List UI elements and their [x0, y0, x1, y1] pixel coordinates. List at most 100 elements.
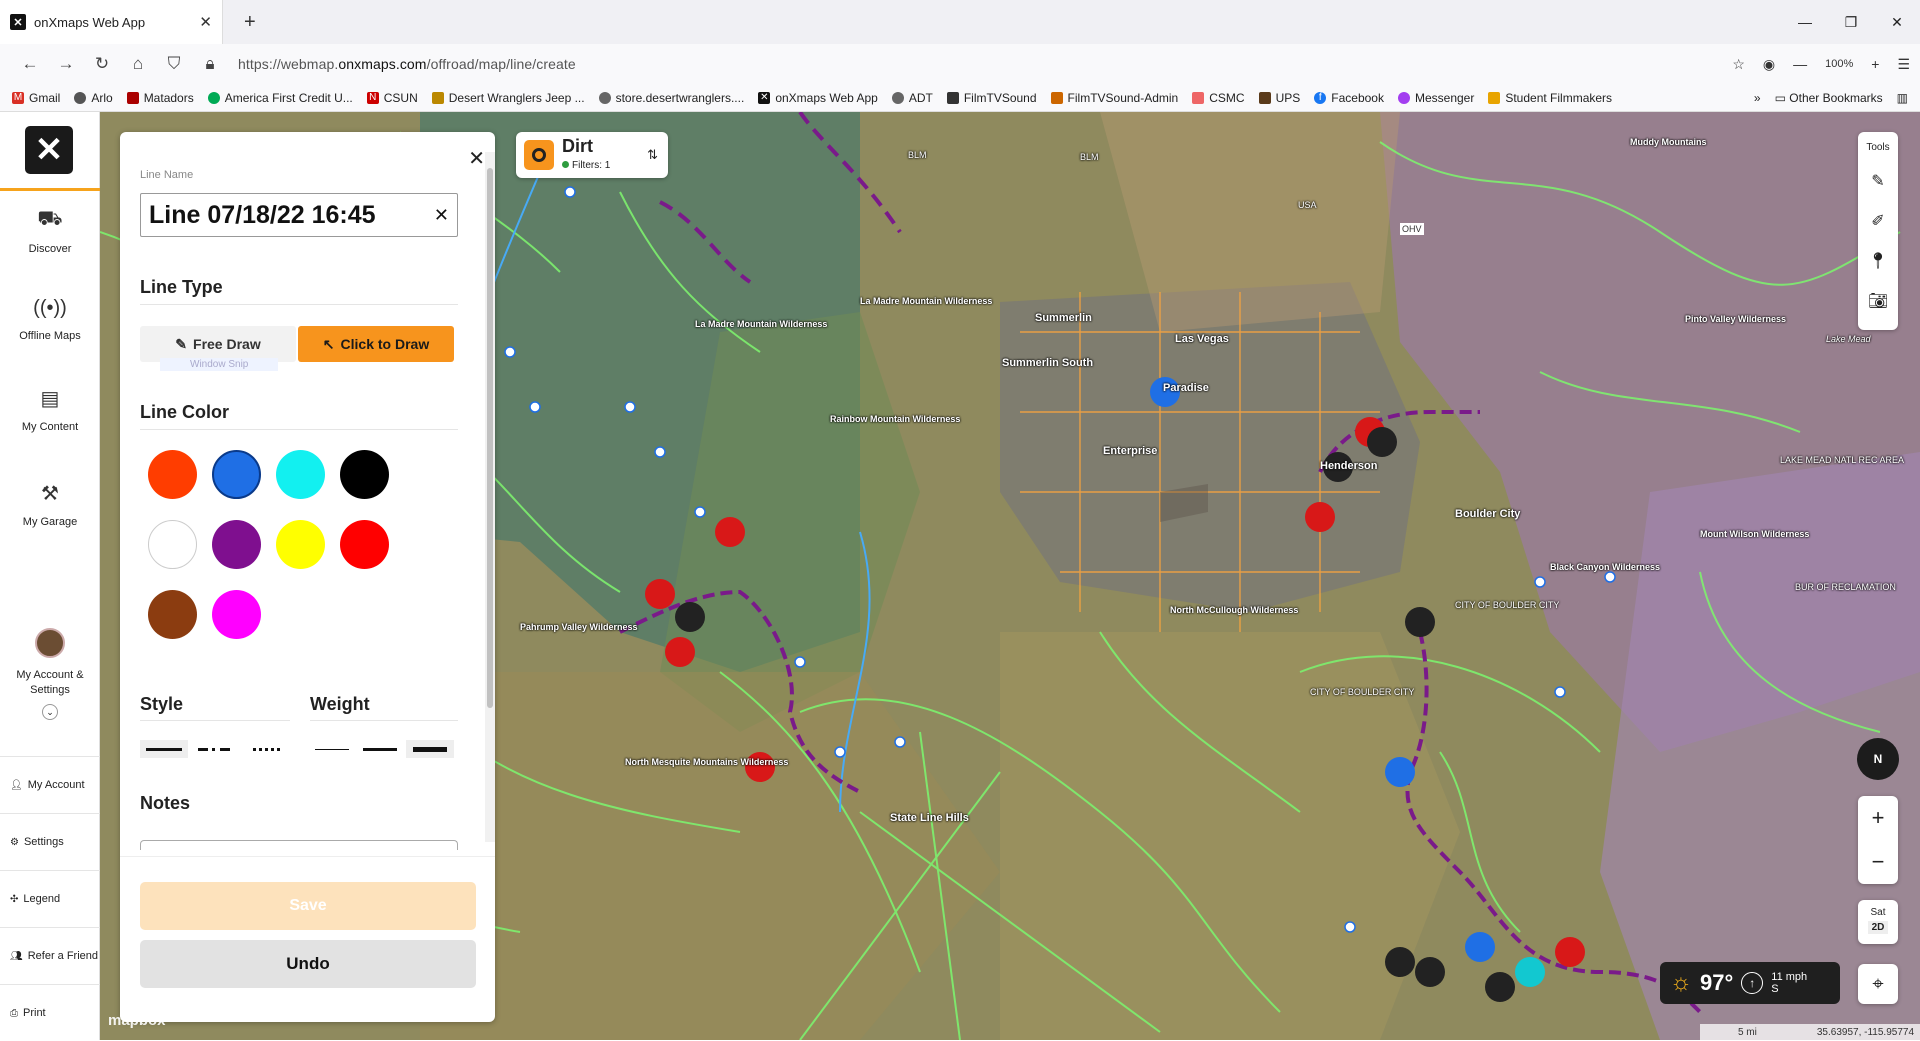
bookmark-item[interactable]: FilmTVSound — [946, 91, 1037, 105]
zoom-in-icon[interactable]: + — [1871, 56, 1879, 72]
zoom-in-button[interactable]: + — [1858, 796, 1898, 840]
click-to-draw-button[interactable]: ↖ Click to Draw — [298, 326, 454, 362]
broadcast-icon: ((•)) — [33, 297, 67, 319]
basemap-toggle[interactable]: Sat 2D — [1858, 900, 1898, 944]
restore-icon[interactable]: ❐ — [1828, 0, 1874, 44]
bookmark-item[interactable]: UPS — [1258, 91, 1300, 105]
locate-icon[interactable]: ⌖ — [1858, 964, 1898, 1004]
color-swatch-yellow[interactable] — [276, 520, 325, 569]
mapbox-logo[interactable]: mapbox — [108, 1012, 166, 1029]
user-icon: 👤︎ — [10, 779, 23, 791]
bookmark-item[interactable]: Arlo — [74, 91, 113, 105]
link-legend[interactable]: ✣ Legend — [0, 870, 100, 927]
notes-textarea[interactable] — [140, 840, 458, 850]
back-icon[interactable]: ← — [12, 54, 48, 74]
close-icon[interactable]: ✕ — [468, 146, 485, 171]
free-draw-button[interactable]: ✎ Free Draw — [140, 326, 296, 362]
bookmark-item[interactable]: ADT — [891, 91, 933, 105]
link-print[interactable]: ⎙ Print — [0, 984, 100, 1041]
bookmark-item[interactable]: FilmTVSound-Admin — [1050, 91, 1178, 105]
bookmark-item[interactable]: Student Filmmakers — [1488, 91, 1612, 105]
window-snip-tooltip: Window Snip — [160, 358, 279, 371]
zoom-out-icon[interactable]: — — [1793, 56, 1807, 72]
browser-tab[interactable]: ✕ onXmaps Web App ✕ — [0, 0, 222, 44]
weight-thin[interactable] — [310, 740, 354, 758]
url-bar[interactable]: https://webmap.onxmaps.com/offroad/map/l… — [238, 56, 576, 72]
new-tab-icon[interactable]: + — [244, 11, 256, 34]
save-button[interactable]: Save — [140, 882, 476, 930]
waypoint-icon[interactable]: 📍︎ — [1858, 242, 1898, 282]
undo-button[interactable]: Undo — [140, 940, 476, 988]
link-my-account[interactable]: 👤︎ My Account — [0, 756, 100, 813]
bookmark-item[interactable]: Desert Wranglers Jeep ... — [431, 91, 585, 105]
minimize-icon[interactable]: — — [1782, 0, 1828, 44]
close-window-icon[interactable]: ✕ — [1874, 0, 1920, 44]
map-label: BLM — [908, 150, 927, 160]
adjust-icon[interactable]: ⇅ — [647, 147, 658, 163]
link-settings[interactable]: ⚙ Settings — [0, 813, 100, 870]
style-dotted[interactable] — [244, 740, 292, 758]
bookmark-item[interactable]: CSMC — [1192, 91, 1245, 105]
extension-icon[interactable]: ◉ — [1763, 56, 1775, 73]
other-bookmarks[interactable]: ▭ Other Bookmarks — [1775, 91, 1883, 105]
sidebar-icon[interactable]: ▥ — [1897, 91, 1908, 105]
link-refer-friend[interactable]: 👥︎ Refer a Friend — [0, 927, 100, 984]
bookmark-star-icon[interactable]: ☆ — [1732, 56, 1745, 73]
legend-icon: ✣ — [10, 893, 19, 905]
line-name-input[interactable]: Line 07/18/22 16:45 ✕ — [140, 193, 458, 237]
zoom-level[interactable]: 100% — [1825, 58, 1853, 70]
map-label: Rainbow Mountain Wilderness — [830, 414, 961, 424]
onx-logo[interactable]: ✕ — [25, 126, 73, 174]
zoom-out-button[interactable]: − — [1858, 840, 1898, 884]
menu-icon[interactable]: ☰ — [1897, 56, 1910, 73]
color-swatch-brown[interactable] — [148, 590, 197, 639]
map-label: Boulder City — [1455, 508, 1521, 520]
bookmark-item[interactable]: f Facebook — [1314, 91, 1384, 105]
color-swatch-white[interactable] — [148, 520, 197, 569]
nav-my-garage[interactable]: ⚒ My Garage — [0, 481, 100, 528]
bookmark-item[interactable]: Matadors — [126, 91, 194, 105]
color-swatch-red[interactable] — [340, 520, 389, 569]
compass-icon[interactable]: N — [1857, 738, 1899, 780]
bookmark-item[interactable]: ✕ onXmaps Web App — [758, 91, 878, 105]
reload-icon[interactable]: ↻ — [84, 54, 120, 74]
bookmark-item[interactable]: store.desertwranglers.... — [598, 91, 744, 105]
draw-shape-icon[interactable]: ✐ — [1858, 202, 1898, 242]
color-swatch-cyan[interactable] — [276, 450, 325, 499]
style-dashed[interactable] — [192, 740, 240, 758]
draw-line-icon[interactable]: ✎ — [1858, 162, 1898, 202]
camera-icon[interactable]: 📷︎ — [1858, 282, 1898, 322]
bookmark-item[interactable]: M Gmail — [12, 91, 60, 105]
clear-input-icon[interactable]: ✕ — [434, 205, 449, 226]
map-label: BUR OF RECLAMATION — [1795, 582, 1896, 592]
forward-icon[interactable]: → — [48, 54, 84, 74]
nav-account-settings[interactable]: My Account & Settings ⌄ — [0, 628, 100, 720]
notes-heading: Notes — [140, 793, 191, 813]
color-swatch-magenta[interactable] — [212, 590, 261, 639]
jeep-icon: ⛟ — [37, 208, 63, 230]
shield-icon[interactable]: ⛉ — [156, 54, 192, 74]
nav-offline-maps[interactable]: ((•)) Offline Maps — [0, 297, 100, 342]
home-icon[interactable]: ⌂ — [120, 54, 156, 74]
line-create-panel: ✕ Line Name Line 07/18/22 16:45 ✕ Line T… — [120, 132, 495, 1022]
weight-thick[interactable] — [406, 740, 454, 758]
close-tab-icon[interactable]: ✕ — [199, 13, 212, 31]
lock-icon: 🔒︎ — [205, 54, 215, 73]
chevron-down-icon[interactable]: ⌄ — [42, 704, 58, 720]
more-bookmarks-icon[interactable]: » — [1754, 91, 1761, 105]
zoom-control: + − — [1858, 796, 1898, 884]
weather-widget[interactable]: ☼ 97° ↑ 11 mph S — [1660, 962, 1840, 1004]
panel-scrollbar[interactable] — [485, 152, 495, 842]
color-swatch-orange[interactable] — [148, 450, 197, 499]
color-swatch-black[interactable] — [340, 450, 389, 499]
weight-medium[interactable] — [358, 740, 402, 758]
style-solid[interactable] — [140, 740, 188, 758]
nav-my-content[interactable]: ▤ My Content — [0, 386, 100, 433]
color-swatch-purple[interactable] — [212, 520, 261, 569]
layer-selector[interactable]: Dirt Filters: 1 ⇅ — [516, 132, 668, 178]
bookmark-item[interactable]: Messenger — [1397, 91, 1474, 105]
bookmark-item[interactable]: America First Credit U... — [207, 91, 353, 105]
color-swatch-blue[interactable] — [212, 450, 261, 499]
bookmark-item[interactable]: N CSUN — [366, 91, 418, 105]
nav-discover[interactable]: ⛟ Discover — [0, 208, 100, 255]
